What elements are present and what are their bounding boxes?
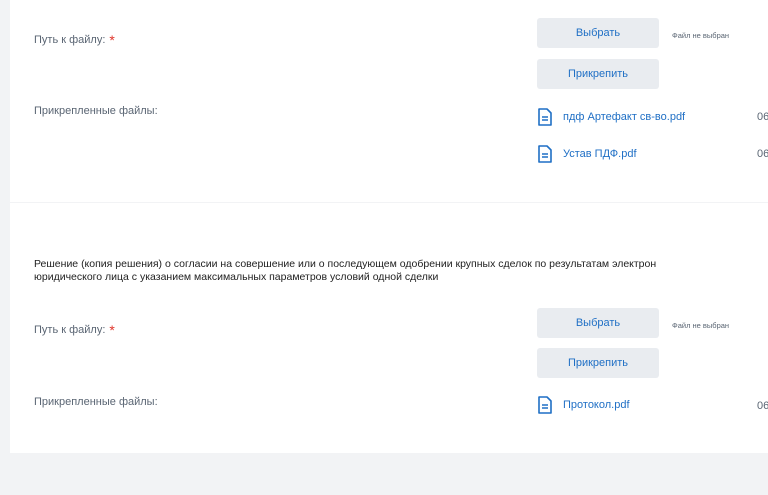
upload-section-1: Путь к файлу: * Выбрать Файл не выбран Пр… xyxy=(10,0,768,202)
file-date: 06 xyxy=(757,148,768,160)
attach-button[interactable]: Прикрепить xyxy=(537,59,659,89)
document-description: Решение (копия решения) о согласии на со… xyxy=(34,258,657,283)
file-name-link[interactable]: Протокол.pdf xyxy=(563,399,630,411)
choose-file-button[interactable]: Выбрать xyxy=(537,308,659,338)
no-file-chosen-text: Файл не выбран xyxy=(672,321,730,330)
document-icon xyxy=(538,396,552,414)
attached-files-label: Прикрепленные файлы: xyxy=(34,105,158,117)
file-date: 06 xyxy=(757,400,768,412)
file-name-link[interactable]: Устав ПДФ.pdf xyxy=(563,148,637,160)
attached-file-item[interactable]: Устав ПДФ.pdf xyxy=(537,145,637,163)
document-icon xyxy=(538,108,552,126)
attach-button[interactable]: Прикрепить xyxy=(537,348,659,378)
file-path-label: Путь к файлу: * xyxy=(34,322,115,338)
no-file-chosen-text: Файл не выбран xyxy=(672,31,730,40)
file-name-link[interactable]: пдф Артефакт св-во.pdf xyxy=(563,111,685,123)
file-date: 06 xyxy=(757,111,768,123)
attached-file-item[interactable]: Протокол.pdf xyxy=(537,396,630,414)
attached-files-label: Прикрепленные файлы: xyxy=(34,396,158,408)
required-mark: * xyxy=(109,322,115,338)
required-mark: * xyxy=(109,32,115,48)
file-path-label: Путь к файлу: * xyxy=(34,32,115,48)
attached-file-item[interactable]: пдф Артефакт св-во.pdf xyxy=(537,108,685,126)
choose-file-button[interactable]: Выбрать xyxy=(537,18,659,48)
document-icon xyxy=(538,145,552,163)
upload-section-2: Решение (копия решения) о согласии на со… xyxy=(10,203,768,453)
